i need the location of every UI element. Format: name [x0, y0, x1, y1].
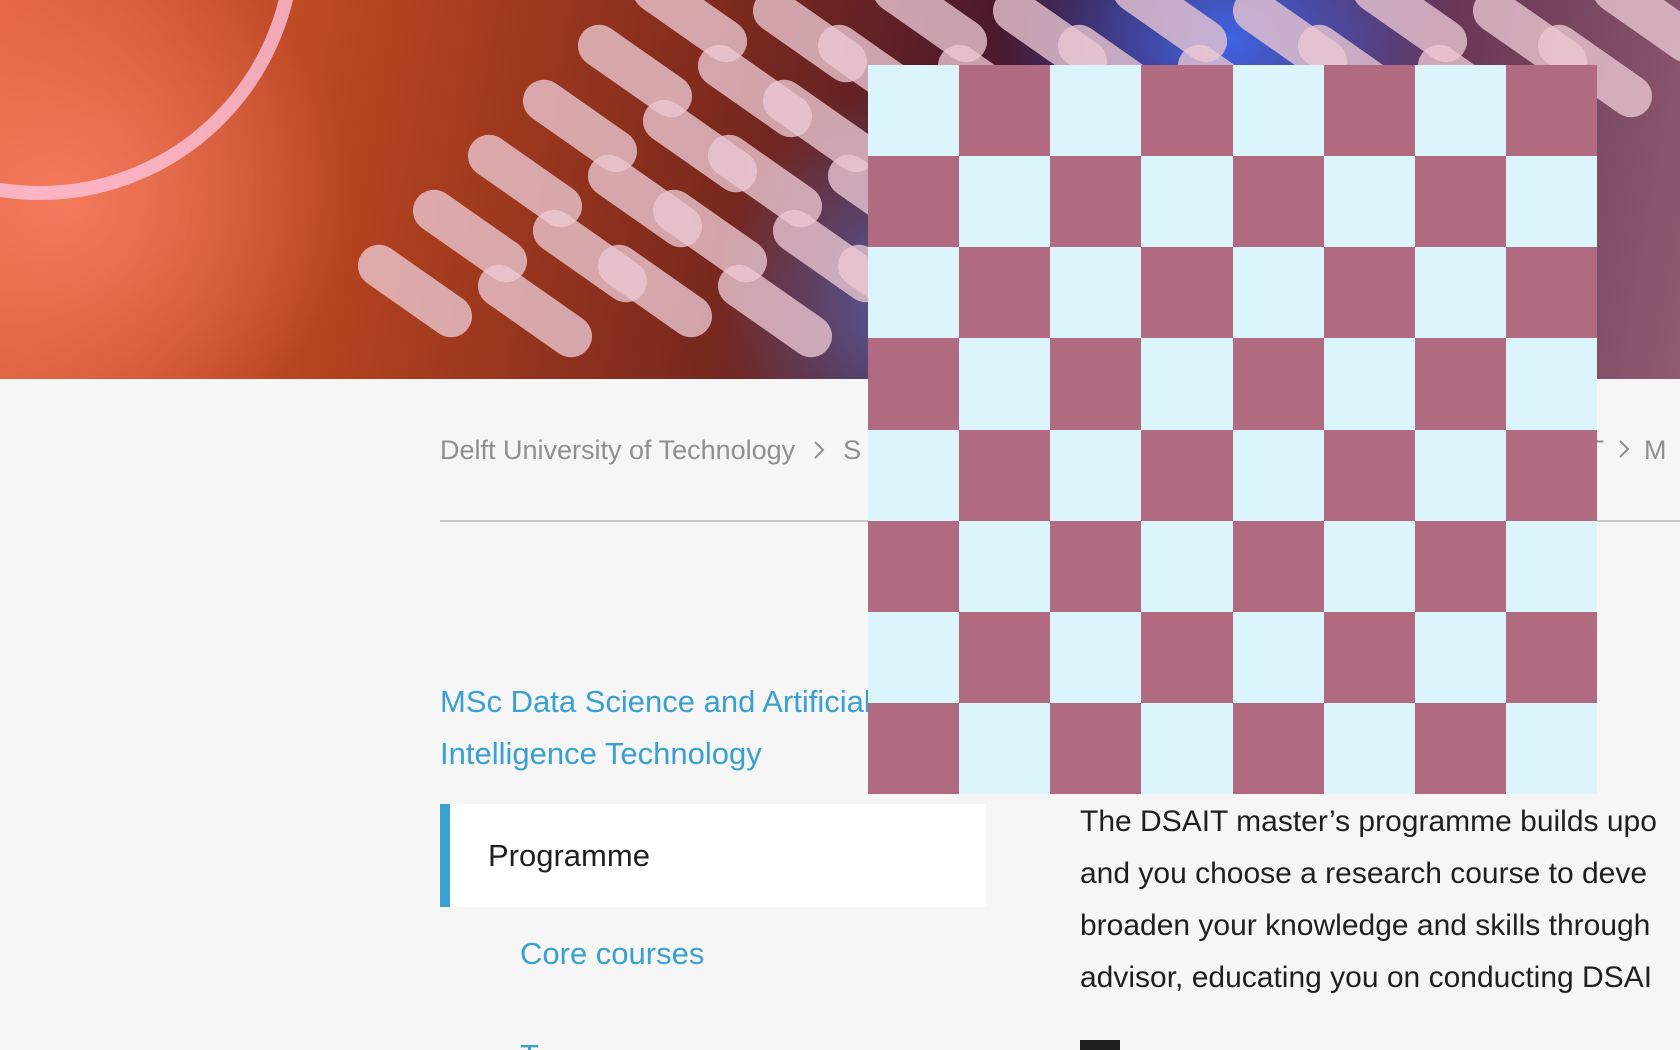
checker-square — [868, 702, 960, 794]
checker-square — [1232, 429, 1324, 521]
sidebar-item-next[interactable]: T — [520, 1038, 560, 1050]
checker-square — [1050, 429, 1142, 521]
sidebar-item-label: Programme — [488, 837, 650, 873]
checker-square — [959, 611, 1051, 703]
checker-square — [959, 702, 1051, 794]
checker-square — [1323, 702, 1415, 794]
checker-square — [1050, 156, 1142, 248]
breadcrumb-item-university[interactable]: Delft University of Technology — [440, 435, 795, 466]
checker-square — [1232, 520, 1324, 612]
description-line: advisor, educating you on conducting DSA… — [1080, 961, 1653, 994]
checker-square — [1323, 520, 1415, 612]
checker-square — [1414, 156, 1506, 248]
checker-square — [1141, 520, 1233, 612]
checker-square — [959, 338, 1051, 430]
programme-description: The DSAIT master’s programme builds upo … — [1080, 796, 1680, 1004]
sidebar-item-core-courses[interactable]: Core courses — [520, 936, 704, 972]
description-line: and you choose a research course to deve — [1080, 857, 1648, 890]
checker-square — [959, 156, 1051, 248]
checker-square — [1414, 702, 1506, 794]
checker-square — [1414, 247, 1506, 339]
checker-square — [1505, 611, 1597, 703]
checker-square — [1141, 156, 1233, 248]
breadcrumb-item-current[interactable]: M — [1644, 435, 1667, 466]
checker-square — [1141, 65, 1233, 157]
checker-square — [1414, 611, 1506, 703]
checker-square — [1323, 429, 1415, 521]
checker-square — [868, 520, 960, 612]
checker-square — [1323, 611, 1415, 703]
breadcrumb: Delft University of Technology S — [440, 430, 861, 470]
checker-square — [1414, 65, 1506, 157]
checker-square — [959, 65, 1051, 157]
next-heading — [1080, 1040, 1120, 1050]
checker-square — [1323, 247, 1415, 339]
checker-square — [1232, 247, 1324, 339]
checker-square — [1141, 702, 1233, 794]
checker-square — [1050, 247, 1142, 339]
checker-square — [868, 247, 960, 339]
checker-square — [1232, 156, 1324, 248]
checker-square — [1414, 520, 1506, 612]
checker-square — [1505, 429, 1597, 521]
checker-square — [1505, 65, 1597, 157]
checker-square — [1505, 156, 1597, 248]
description-line: The DSAIT master’s programme builds upo — [1080, 805, 1657, 838]
checker-square — [1323, 65, 1415, 157]
checker-square — [868, 65, 960, 157]
checker-square — [1505, 702, 1597, 794]
checker-square — [1141, 429, 1233, 521]
checker-square — [1505, 247, 1597, 339]
checker-square — [959, 247, 1051, 339]
checker-square — [1050, 520, 1142, 612]
checker-square — [1505, 520, 1597, 612]
chevron-right-icon — [813, 440, 825, 460]
checker-square — [1232, 65, 1324, 157]
checker-square — [1050, 702, 1142, 794]
chevron-right-icon — [1618, 435, 1630, 466]
checker-square — [868, 611, 960, 703]
checker-square — [1050, 65, 1142, 157]
checker-square — [1050, 611, 1142, 703]
checker-square — [1323, 156, 1415, 248]
checker-square — [1050, 338, 1142, 430]
checker-square — [1505, 338, 1597, 430]
checker-square — [1232, 702, 1324, 794]
checker-square — [1141, 611, 1233, 703]
breadcrumb-item-studies[interactable]: S — [843, 435, 861, 466]
checker-square — [959, 429, 1051, 521]
checker-square — [1232, 611, 1324, 703]
checker-square — [868, 156, 960, 248]
checker-square — [959, 520, 1051, 612]
checkerboard-overlay — [868, 65, 1597, 794]
checker-square — [868, 429, 960, 521]
checker-square — [868, 338, 960, 430]
description-line: broaden your knowledge and skills throug… — [1080, 909, 1651, 942]
sidebar-programme-title-link[interactable]: MSc Data Science and Artificial Intellig… — [440, 676, 910, 780]
checker-square — [1232, 338, 1324, 430]
checker-square — [1141, 247, 1233, 339]
checker-square — [1141, 338, 1233, 430]
checker-square — [1323, 338, 1415, 430]
checker-square — [1414, 338, 1506, 430]
checker-square — [1414, 429, 1506, 521]
sidebar-item-programme[interactable]: Programme — [440, 804, 986, 907]
